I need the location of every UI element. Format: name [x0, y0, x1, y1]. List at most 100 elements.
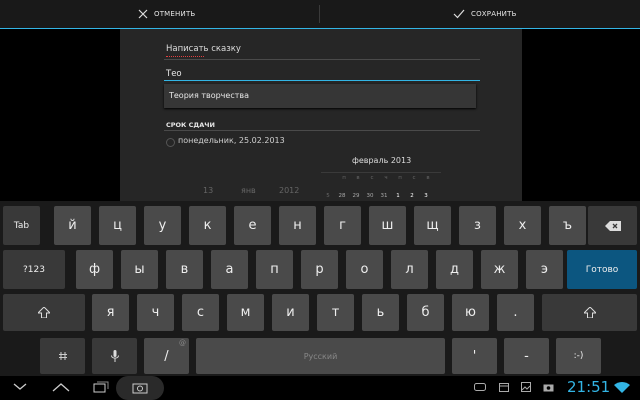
camera-icon — [132, 383, 148, 394]
notification-icon-4[interactable] — [540, 377, 556, 397]
spellcheck-underline — [166, 56, 204, 57]
weekday-label: с — [370, 175, 374, 181]
suggestion-item[interactable]: Теория творчества — [169, 91, 249, 100]
key[interactable]: я — [92, 294, 129, 331]
key[interactable]: ч — [137, 294, 174, 331]
wifi-icon — [614, 381, 630, 393]
home-icon — [52, 383, 70, 392]
task-title-field[interactable]: Написать сказку — [166, 44, 241, 54]
screenshot-button[interactable] — [116, 376, 164, 400]
status-clock: 21:51 — [567, 378, 611, 396]
notification-icon-2[interactable] — [496, 377, 512, 397]
picker-day[interactable]: 13 — [203, 186, 213, 195]
key[interactable]: ы — [121, 250, 158, 289]
settings-key[interactable] — [40, 338, 85, 374]
calendar-icon — [499, 383, 509, 392]
key[interactable]: т — [317, 294, 354, 331]
hide-keyboard-button[interactable] — [10, 377, 30, 397]
key[interactable]: и — [272, 294, 309, 331]
settings-icon — [58, 352, 67, 360]
key[interactable]: х — [504, 206, 541, 245]
calendar-day-row: 5 28 29 30 31 1 2 3 — [321, 193, 433, 199]
dash-key[interactable]: - — [504, 338, 549, 374]
key[interactable]: щ — [414, 206, 451, 245]
key[interactable]: э — [526, 250, 563, 289]
calendar-day[interactable]: 28 — [335, 193, 349, 199]
close-icon — [138, 9, 148, 19]
calendar-month-title: февраль 2013 — [352, 156, 412, 165]
key[interactable]: . — [497, 294, 534, 331]
notification-icon-1[interactable] — [472, 377, 488, 397]
action-bar-divider — [319, 5, 320, 23]
calendar-day[interactable]: 3 — [419, 193, 433, 199]
calendar-day[interactable]: 30 — [363, 193, 377, 199]
smiley-key[interactable]: :-) — [556, 338, 601, 374]
done-key[interactable]: Готово — [567, 250, 637, 289]
key[interactable]: ъ — [549, 206, 586, 245]
key[interactable]: ю — [452, 294, 489, 331]
space-key[interactable]: Русский — [196, 338, 445, 374]
calendar-day[interactable]: 2 — [405, 193, 419, 199]
key[interactable]: з — [459, 206, 496, 245]
weekday-label: ч — [384, 175, 388, 181]
tab-key[interactable]: Tab — [3, 206, 40, 245]
voice-input-key[interactable] — [92, 338, 137, 374]
symbols-key[interactable]: ?123 — [3, 250, 65, 289]
calendar-weekday-row: п в с ч п с в — [337, 175, 435, 181]
key[interactable]: о — [346, 250, 383, 289]
key[interactable]: д — [436, 250, 473, 289]
recent-apps-button[interactable] — [90, 377, 112, 397]
key[interactable]: ф — [76, 250, 113, 289]
key[interactable]: ь — [362, 294, 399, 331]
image-icon — [521, 382, 531, 392]
calendar-day[interactable]: 1 — [391, 193, 405, 199]
notification-icon-3[interactable] — [518, 377, 534, 397]
key[interactable]: п — [256, 250, 293, 289]
weekday-label: п — [342, 175, 346, 181]
slash-key[interactable]: / @ — [144, 338, 189, 374]
due-date-radio[interactable] — [166, 138, 175, 147]
home-button[interactable] — [50, 377, 72, 397]
chevron-down-icon — [13, 383, 27, 390]
wifi-status — [612, 377, 632, 397]
slash-alt-label: @ — [179, 339, 186, 347]
shift-key-left[interactable] — [3, 294, 85, 331]
soft-keyboard: Tab й ц у к е н г ш щ з х ъ ?123 ф ы в а… — [0, 201, 640, 376]
save-button[interactable]: СОХРАНИТЬ — [453, 0, 517, 28]
suggestion-dropdown[interactable]: Теория творчества — [164, 84, 476, 108]
key[interactable]: ж — [481, 250, 518, 289]
key[interactable]: а — [211, 250, 248, 289]
key[interactable]: с — [182, 294, 219, 331]
key[interactable]: р — [301, 250, 338, 289]
key[interactable]: н — [279, 206, 316, 245]
calendar-day[interactable]: 31 — [377, 193, 391, 199]
key[interactable]: м — [227, 294, 264, 331]
search-input[interactable]: Тео — [166, 69, 182, 79]
due-date-value[interactable]: понедельник, 25.02.2013 — [178, 136, 285, 145]
key[interactable]: к — [189, 206, 226, 245]
key[interactable]: е — [234, 206, 271, 245]
picker-month[interactable]: янв — [241, 186, 256, 195]
apostrophe-key[interactable]: ' — [452, 338, 497, 374]
key[interactable]: ц — [99, 206, 136, 245]
shift-key-right[interactable] — [542, 294, 637, 331]
weekday-label: с — [412, 175, 416, 181]
key[interactable]: л — [391, 250, 428, 289]
key[interactable]: в — [166, 250, 203, 289]
cancel-button[interactable]: ОТМЕНИТЬ — [138, 0, 195, 28]
backspace-icon — [604, 220, 621, 231]
picker-year[interactable]: 2012 — [279, 186, 299, 195]
section-divider — [164, 130, 480, 131]
key[interactable]: ш — [369, 206, 406, 245]
calendar-day[interactable]: 29 — [349, 193, 363, 199]
slash-label: / — [164, 348, 169, 364]
search-input-underline — [164, 80, 480, 81]
key[interactable]: г — [324, 206, 361, 245]
key[interactable]: б — [407, 294, 444, 331]
key[interactable]: у — [144, 206, 181, 245]
gamepad-icon — [474, 383, 486, 391]
title-field-underline — [164, 59, 480, 60]
key[interactable]: й — [54, 206, 91, 245]
backspace-key[interactable] — [588, 206, 637, 245]
action-bar — [0, 0, 640, 29]
